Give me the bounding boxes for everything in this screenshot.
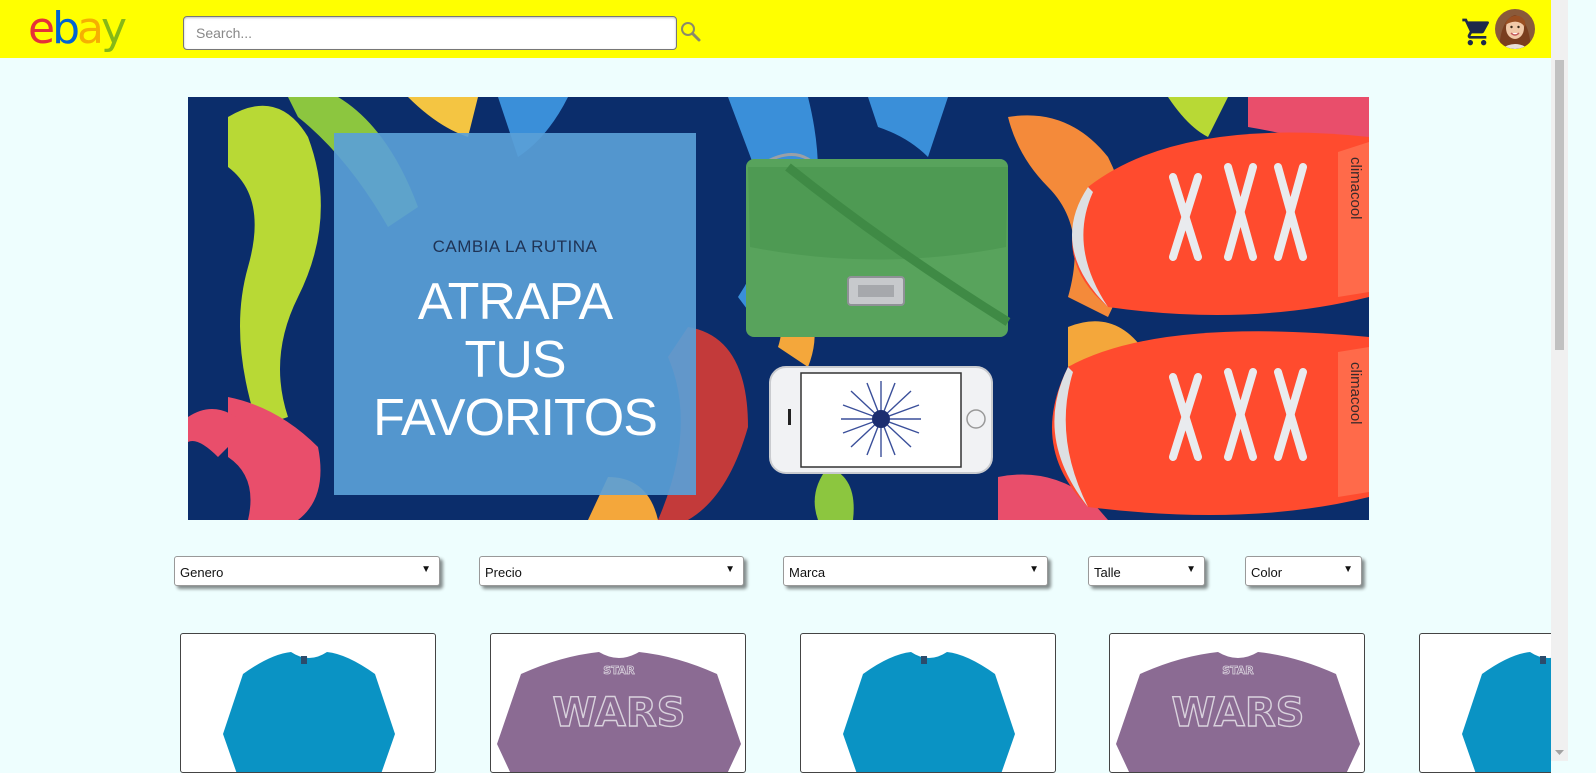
filter-color-select[interactable]: Color ▼ [1245,556,1362,586]
promo-headline: ATRAPA TUS FAVORITOS [334,273,696,447]
product-card[interactable]: STAR WARS [490,633,746,773]
search-input[interactable] [183,16,677,50]
product-image-starwars-tshirt: STAR WARS [497,652,741,772]
tshirt-print-text: WARS [1172,690,1305,736]
dropdown-arrow-icon: ▼ [725,564,735,575]
scrollbar-thumb[interactable] [1555,60,1564,350]
search-icon[interactable] [680,20,702,44]
product-card[interactable] [1419,633,1551,773]
filter-label: Genero [180,565,224,580]
promo-headline-line: TUS [464,331,567,389]
tshirt-print-text: WARS [553,690,686,736]
top-navigation-bar: ebay [0,0,1568,58]
shoe-brand-text: climacool [1347,362,1364,425]
filter-marca-select[interactable]: Marca ▼ [783,556,1048,586]
product-card[interactable] [180,633,436,773]
product-card[interactable] [800,633,1056,773]
ebay-logo[interactable]: ebay [28,4,127,54]
filter-precio-select[interactable]: Precio ▼ [479,556,744,586]
promo-headline-line: ATRAPA [417,273,613,331]
dropdown-arrow-icon: ▼ [1186,564,1196,575]
promo-kicker: CAMBIA LA RUTINA [432,237,598,256]
product-card[interactable]: STAR WARS [1109,633,1365,773]
product-image-blue-tshirt [843,652,1015,772]
cart-icon[interactable] [1461,16,1493,48]
avatar[interactable] [1495,9,1535,49]
promo-headline-line: FAVORITOS [373,389,658,447]
product-image-blue-tshirt [223,652,395,772]
filter-label: Talle [1094,565,1121,580]
promo-banner[interactable]: climacool climacool CAMBIA LA RUTINA ATR… [188,97,1369,520]
filter-label: Precio [485,565,522,580]
vertical-scrollbar[interactable] [1551,0,1568,761]
promo-text-box: CAMBIA LA RUTINA ATRAPA TUS FAVORITOS [334,133,696,495]
filter-talle-select[interactable]: Talle ▼ [1088,556,1205,586]
filter-label: Marca [789,565,826,580]
product-image-blue-tshirt [1462,652,1551,772]
tshirt-print-text: STAR [603,664,635,677]
scroll-down-arrow-icon[interactable] [1551,744,1568,761]
filter-genero-select[interactable]: Genero ▼ [174,556,440,586]
dropdown-arrow-icon: ▼ [1029,564,1039,575]
shoe-brand-text: climacool [1347,157,1364,220]
product-image-starwars-tshirt: STAR WARS [1116,652,1360,772]
dropdown-arrow-icon: ▼ [1343,564,1353,575]
filter-label: Color [1251,565,1283,580]
dropdown-arrow-icon: ▼ [421,564,431,575]
tshirt-print-text: STAR [1222,664,1254,677]
